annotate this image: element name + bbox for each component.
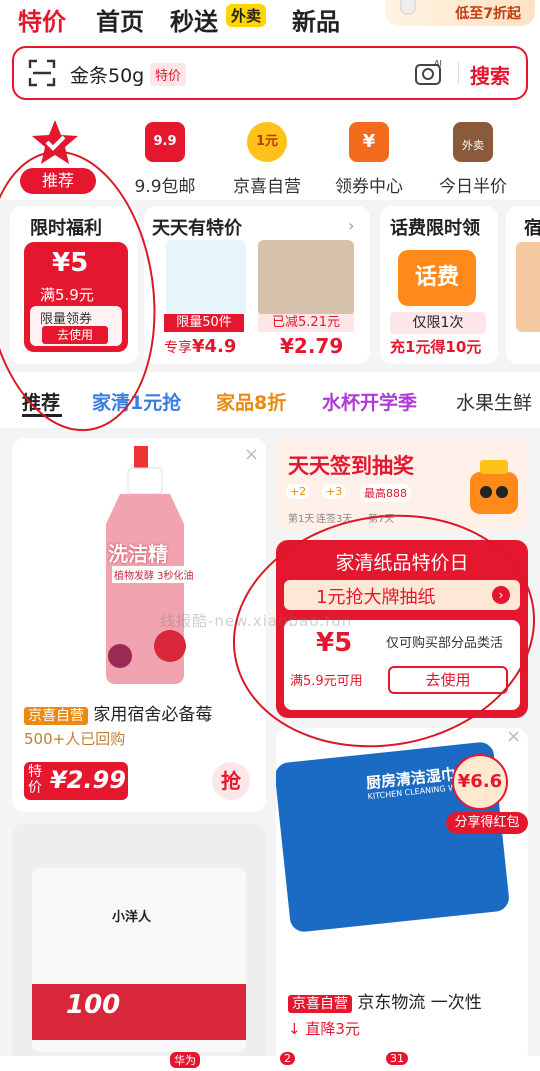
tab-jiapin[interactable]: 家品8折 (216, 388, 286, 415)
price-circle: ¥6.6 (452, 754, 508, 810)
free-shipping-icon: 9.9 (145, 122, 185, 162)
tab-shuibei[interactable]: 水杯开学季 (322, 388, 417, 415)
nav-tab-new[interactable]: 新品 (292, 2, 340, 37)
svg-text:AI: AI (434, 59, 442, 68)
jingxi-badge: 京喜自营 (24, 707, 88, 725)
promo-banner[interactable]: 低至7折起 (385, 0, 535, 26)
camera-icon[interactable]: AI (414, 59, 444, 87)
promo-text: 低至7折起 (455, 6, 521, 22)
product-thumbnail-icon (400, 0, 416, 15)
mascot-icon (470, 460, 518, 514)
phone-bill-icon: 话费 (398, 250, 476, 306)
search-tag: 特价 (150, 63, 187, 86)
limit-tag: 限量50件 (164, 314, 244, 332)
grab-button[interactable]: 抢 (212, 762, 250, 800)
tab-fruit[interactable]: 水果生鲜 (456, 388, 532, 415)
product-title: 家用宿舍必备莓 (93, 705, 213, 725)
product-card-cups[interactable]: 小洋人 100 (12, 824, 266, 1064)
share-redpacket-button[interactable]: 分享得红包 (446, 812, 528, 834)
search-area: 金条50g 特价 AI 搜索 (0, 40, 540, 110)
shopping-bag-icon: 外卖 (453, 122, 493, 162)
brush-product-image (258, 240, 354, 316)
tissue-product-image (166, 240, 246, 316)
fourth-card[interactable]: 宿 (506, 206, 540, 364)
search-button[interactable]: 搜索 (470, 60, 510, 89)
close-icon[interactable]: × (244, 444, 259, 465)
coin-icon: 1元 (247, 122, 287, 162)
search-bar[interactable]: 金条50g 特价 AI 搜索 (12, 46, 528, 100)
daily-deal-card[interactable]: 天天有特价 › 限量50件 专享¥4.9 已减5.21元 ¥2.79 (144, 206, 370, 364)
nav-tab-miaosong[interactable]: 秒送 (170, 2, 218, 37)
close-icon[interactable]: × (506, 728, 521, 747)
search-divider (458, 62, 459, 84)
bottom-tab-bar: 华为 2 31 (0, 1052, 540, 1071)
nav-tab-tejia[interactable]: 特价 (18, 2, 66, 37)
phone-bill-card[interactable]: 话费限时领 话费 仅限1次 充1元得10元 (380, 206, 498, 364)
price-tag: 特价 ¥2.99 (24, 762, 128, 800)
chevron-right-icon[interactable]: › (348, 216, 354, 235)
coupon-icon: ¥ (349, 122, 389, 162)
waimai-badge: 外卖 (226, 4, 267, 27)
product-card-wipes[interactable]: × 厨房清洁湿巾 KITCHEN CLEANING WIPES ¥6.6 分享得… (276, 728, 528, 1064)
nav-tab-home[interactable]: 首页 (96, 2, 144, 37)
top-nav: 特价 首页 秒送 外卖 新品 低至7折起 (0, 0, 540, 40)
scan-icon[interactable] (28, 59, 56, 87)
search-input[interactable]: 金条50g (70, 61, 144, 88)
